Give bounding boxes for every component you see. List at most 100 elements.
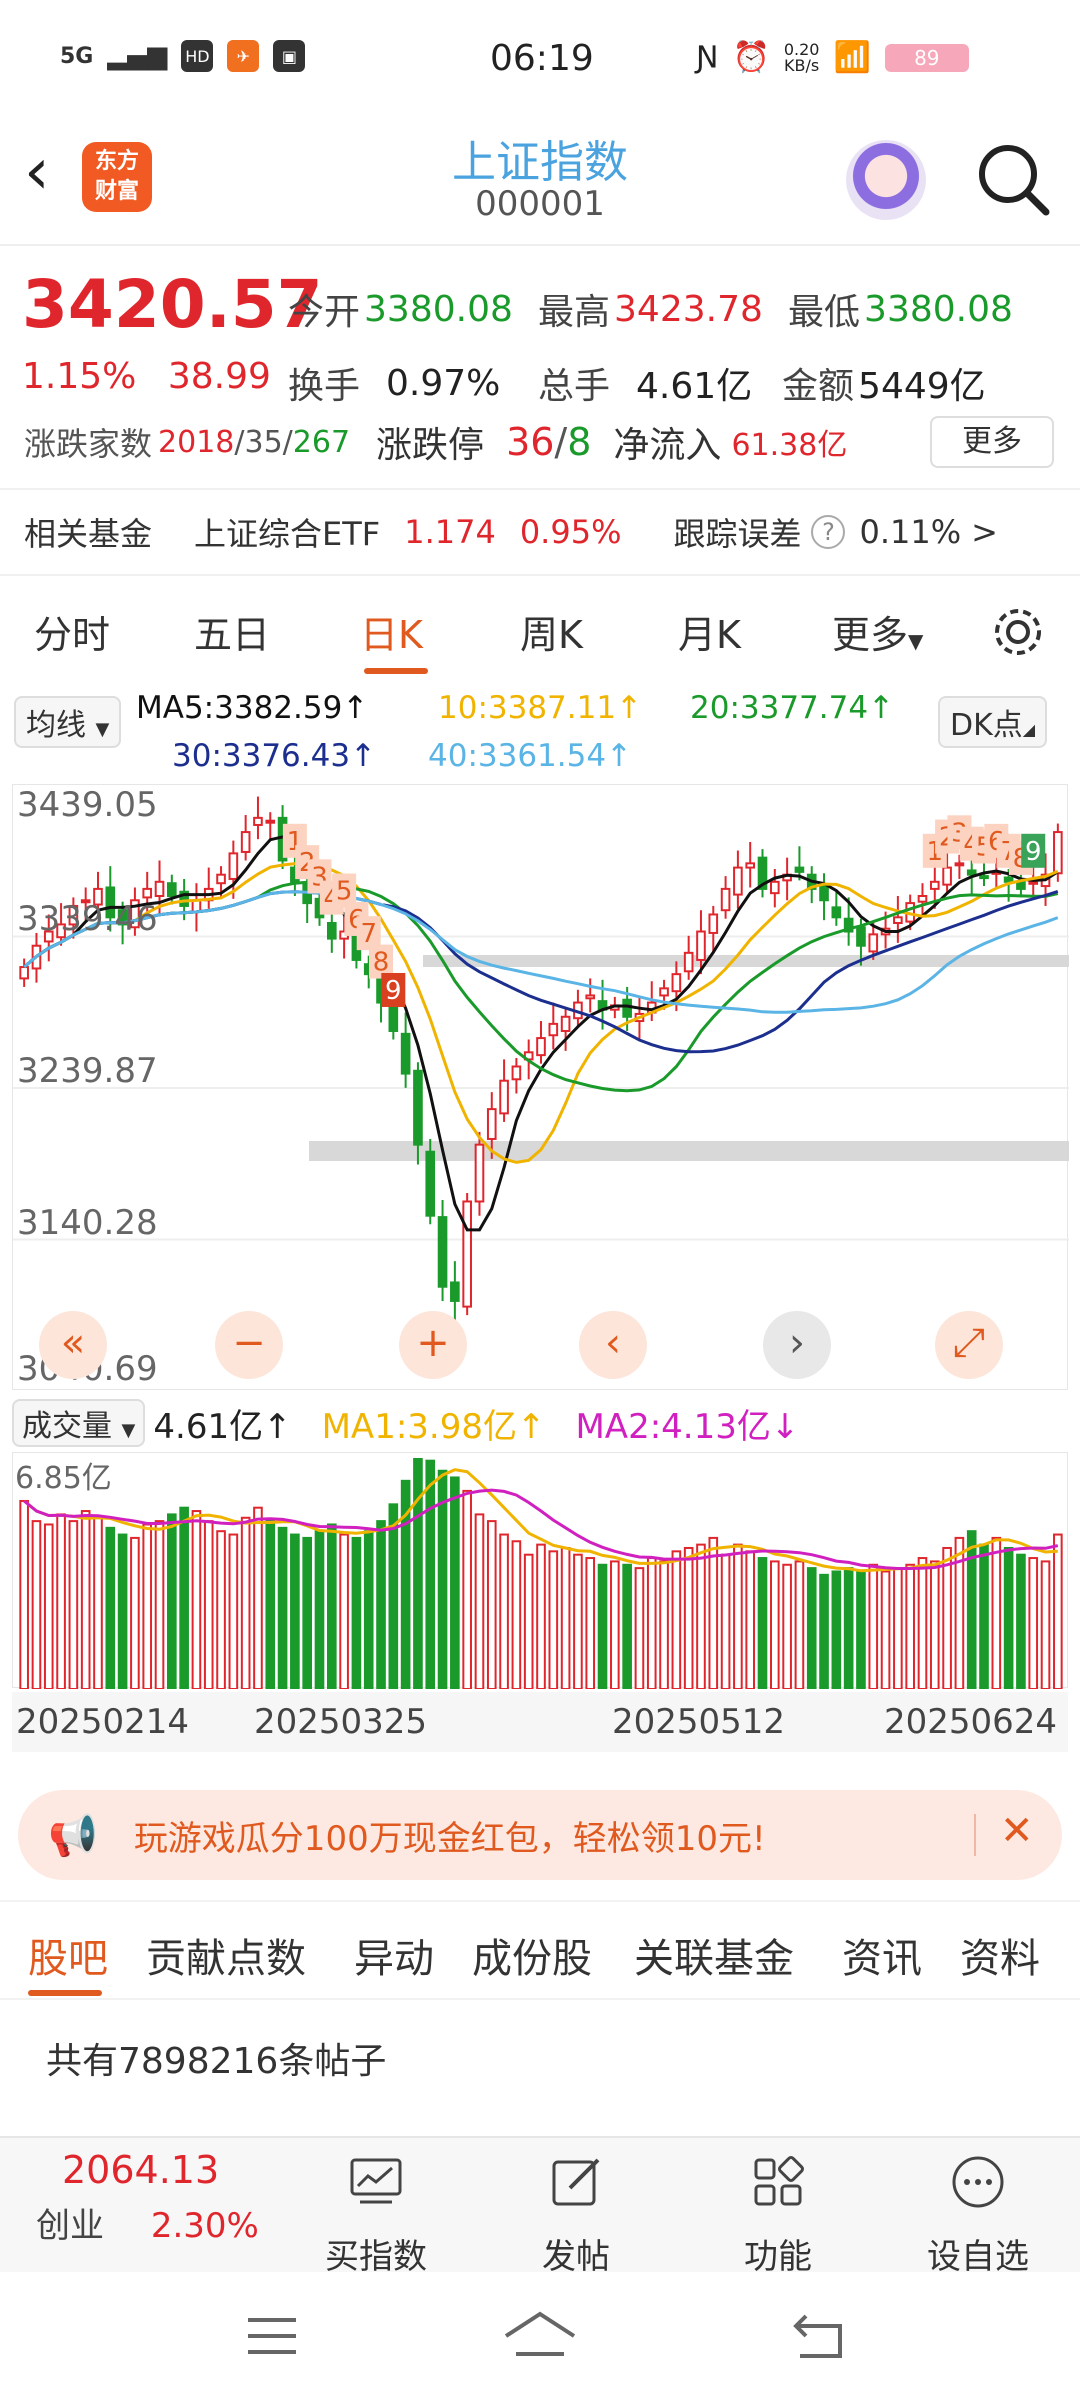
volume-bar — [794, 1560, 805, 1690]
tab-daily-k[interactable]: 日K — [360, 604, 423, 659]
tab-related-funds[interactable]: 关联基金 — [634, 1926, 794, 1984]
volume-bar — [413, 1458, 423, 1690]
tab-contribution[interactable]: 贡献点数 — [146, 1926, 306, 1984]
candle — [228, 852, 239, 880]
stock-code: 000001 — [475, 184, 605, 224]
candle — [893, 916, 903, 924]
volume-bar — [486, 1520, 497, 1690]
ma40-line — [23, 890, 1059, 1014]
promo-banner[interactable]: 📢 玩游戏瓜分100万现金红包，轻松领10元! ✕ — [18, 1790, 1062, 1880]
back-nav-icon[interactable] — [790, 2306, 850, 2366]
volume-bar — [622, 1563, 632, 1690]
tab-intraday[interactable]: 分时 — [34, 604, 110, 659]
volume-bar — [868, 1563, 879, 1690]
nfc-icon: Ɲ — [696, 40, 719, 75]
volume-bar — [228, 1533, 239, 1691]
volume-bar — [683, 1546, 694, 1690]
buy-index-button[interactable]: 买指数 — [306, 2152, 446, 2278]
turnover-value: 0.97% — [386, 362, 501, 404]
volume-bar — [610, 1560, 620, 1690]
more-button[interactable]: 更多 — [930, 416, 1054, 468]
volume-bar — [893, 1567, 903, 1690]
dropdown-arrow-icon: ▼ — [95, 719, 110, 740]
help-icon[interactable]: ? — [811, 515, 846, 549]
candle — [769, 880, 780, 895]
support-band — [423, 955, 1069, 967]
volume-bar — [499, 1533, 509, 1691]
zoom-in-button[interactable]: + — [399, 1311, 467, 1379]
candle — [142, 887, 153, 899]
zoom-left-fast-button[interactable]: « — [39, 1311, 107, 1379]
tab-five-day[interactable]: 五日 — [194, 604, 270, 659]
close-icon[interactable]: ✕ — [1000, 1808, 1034, 1854]
candle — [560, 1015, 571, 1032]
tracking-value: 0.11% — [859, 513, 962, 551]
tab-profile[interactable]: 资料 — [960, 1926, 1040, 1984]
volume-bar — [733, 1543, 743, 1690]
zoom-out-button[interactable]: − — [215, 1311, 283, 1379]
robot-assistant-icon[interactable] — [846, 140, 926, 220]
ma20-value: 20:3377.74↑ — [690, 690, 895, 726]
candle — [659, 987, 669, 997]
related-fund-row[interactable]: 相关基金 上证综合ETF 1.174 0.95% 跟踪误差 ? 0.11% > — [0, 488, 1080, 576]
volume-bar — [339, 1533, 349, 1691]
tab-monthly-k[interactable]: 月K — [678, 604, 741, 659]
ma-type-selector[interactable]: 均线 ▼ — [14, 696, 122, 748]
volume-bar — [696, 1543, 706, 1690]
tab-guba[interactable]: 股吧 — [28, 1926, 108, 1984]
candle — [511, 1065, 522, 1081]
scroll-left-button[interactable]: ‹ — [579, 1311, 647, 1379]
candle — [942, 866, 952, 886]
volume-bar — [782, 1563, 792, 1690]
tab-movement[interactable]: 异动 — [354, 1926, 434, 1984]
high-value: 3423.78 — [614, 288, 763, 330]
fullscreen-button[interactable]: ⤢ — [935, 1311, 1003, 1379]
add-watchlist-button[interactable]: 设自选 — [908, 2152, 1048, 2278]
candle — [720, 887, 731, 912]
candlestick-chart[interactable]: 123456789123456789 3439.05 3339.46 3239.… — [12, 784, 1069, 1390]
scroll-right-button[interactable]: › — [763, 1311, 831, 1379]
volume-bar — [646, 1557, 657, 1690]
network-indicator: 5G — [60, 43, 94, 69]
tab-news[interactable]: 资讯 — [842, 1926, 922, 1984]
volume-bar — [265, 1520, 276, 1690]
tab-weekly-k[interactable]: 周K — [520, 604, 583, 659]
dk-point-button[interactable]: DK点◢ — [938, 696, 1048, 748]
volume-bar — [167, 1513, 177, 1690]
volume-indicator-selector[interactable]: 成交量 ▼ — [12, 1399, 146, 1447]
volume-bar — [1028, 1557, 1039, 1690]
volume-bar — [671, 1550, 682, 1690]
candle — [831, 906, 842, 919]
candle — [1016, 880, 1026, 890]
volume-chart[interactable]: 6.85亿 — [12, 1452, 1068, 1691]
alarm-icon: ⏰ — [732, 40, 770, 75]
volume-bar — [93, 1516, 103, 1690]
y-axis-label: 3239.87 — [17, 1051, 158, 1091]
volume-bar — [1040, 1560, 1051, 1690]
volume-bar — [831, 1570, 842, 1690]
post-button[interactable]: 发帖 — [506, 2152, 646, 2278]
mini-index-quote[interactable]: 2064.13 创业 2.30% — [36, 2148, 286, 2247]
ma10-value: 10:3387.11↑ — [438, 690, 643, 726]
candle — [868, 933, 879, 953]
grid-apps-icon — [754, 2156, 804, 2206]
tab-more[interactable]: 更多▼ — [832, 604, 923, 659]
volume-bar — [880, 1570, 891, 1690]
home-icon[interactable] — [500, 2306, 580, 2366]
volume-bar — [843, 1567, 854, 1690]
settings-gear-icon[interactable] — [988, 602, 1048, 662]
functions-button[interactable]: 功能 — [708, 2152, 848, 2278]
volume-bar — [523, 1553, 534, 1690]
ma10-line — [23, 861, 1059, 1164]
tab-constituents[interactable]: 成份股 — [472, 1926, 592, 1984]
volume-bar — [769, 1560, 780, 1690]
menu-icon[interactable] — [242, 2306, 302, 2366]
search-icon[interactable] — [974, 140, 1054, 220]
post-count: 共有7898216条帖子 — [46, 2041, 387, 2082]
volume-bar — [290, 1533, 300, 1691]
turnover-label: 换手 — [288, 366, 361, 407]
volume-bar — [1003, 1546, 1014, 1690]
back-button[interactable]: ‹ — [24, 140, 74, 210]
app-notification-icon-2: ▣ — [273, 40, 306, 72]
volume-bar — [450, 1476, 460, 1691]
